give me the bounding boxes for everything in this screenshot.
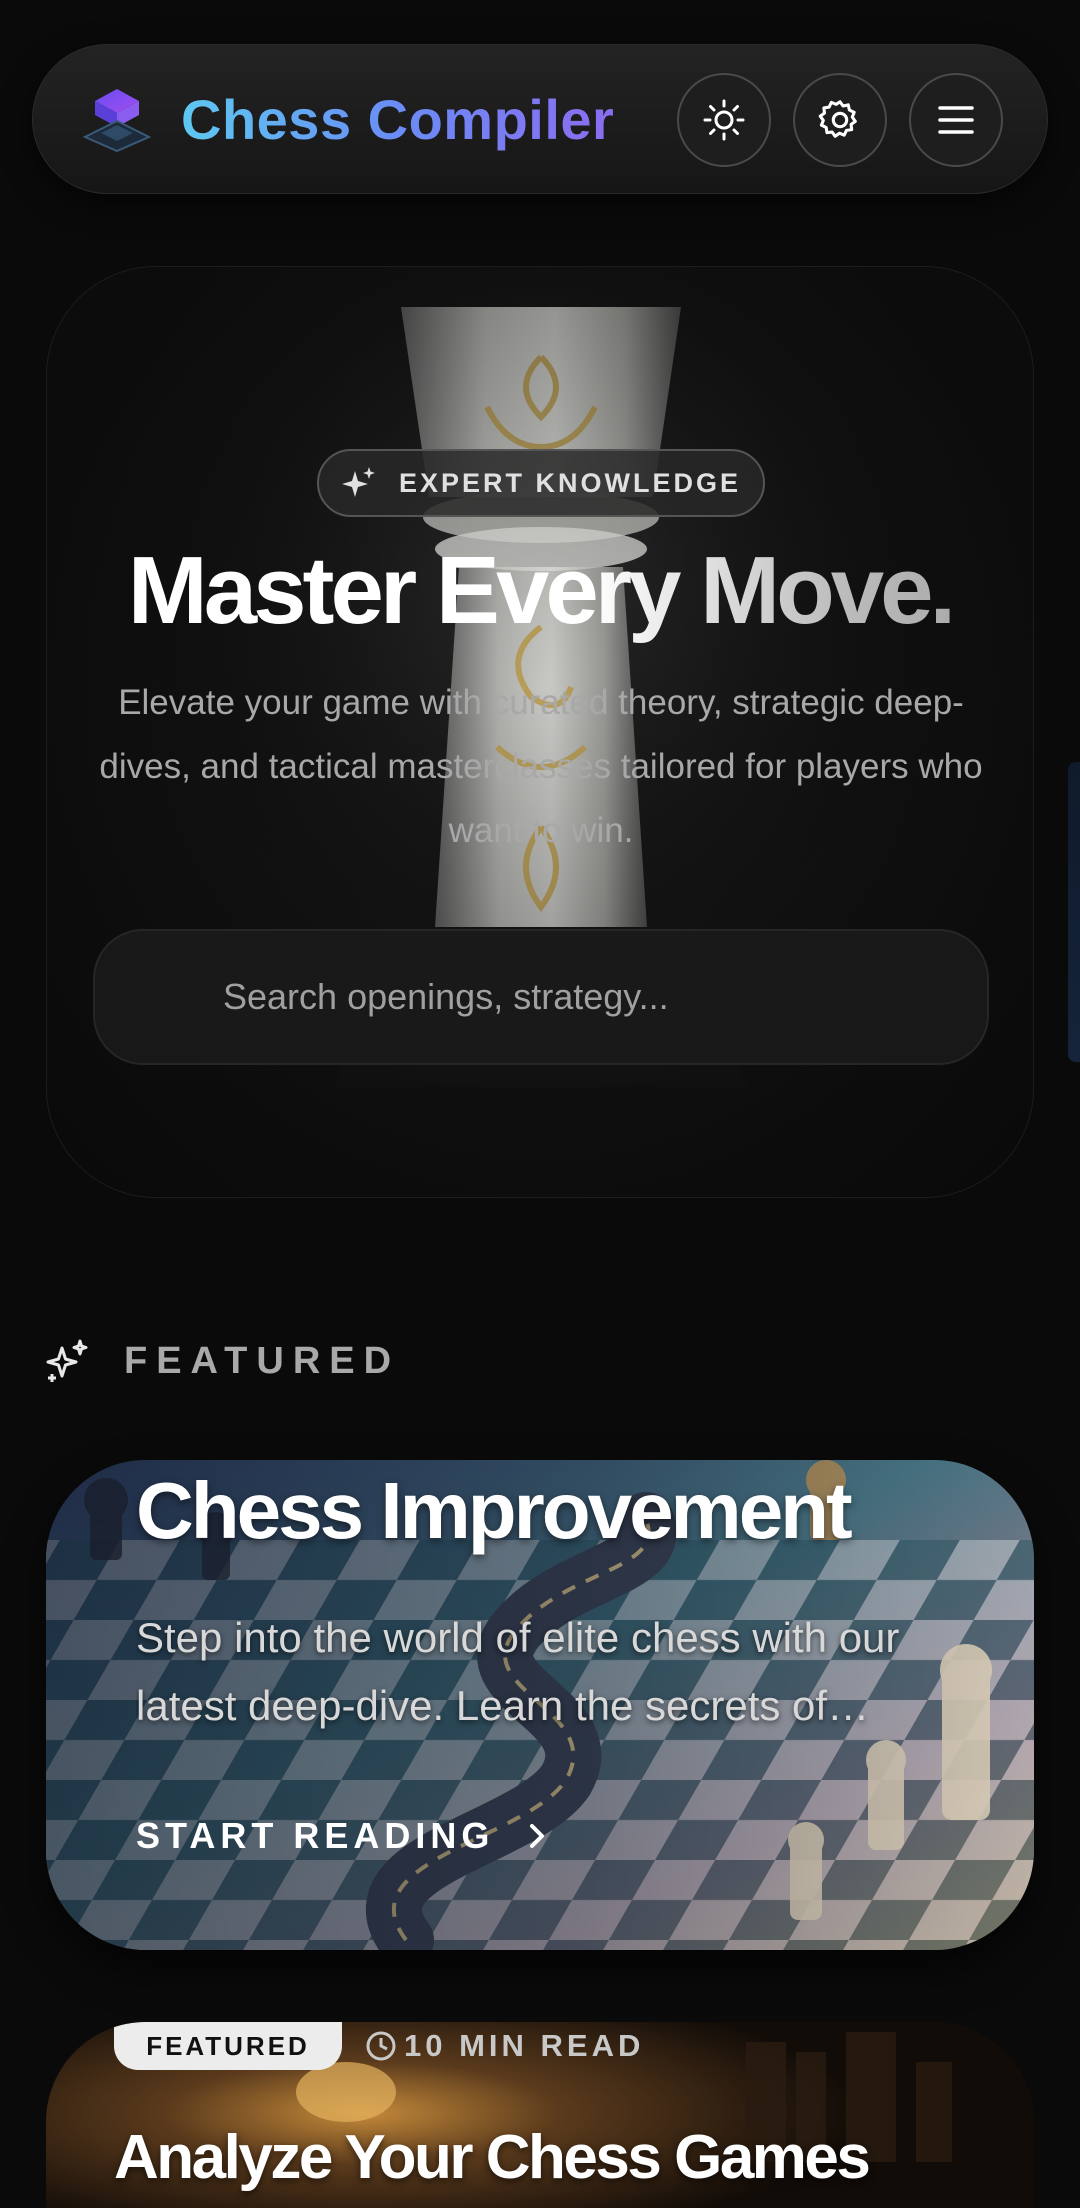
card2-title: Analyze Your Chess Games bbox=[114, 2123, 871, 2192]
top-app-bar: Chess Compiler bbox=[32, 44, 1048, 194]
hero-title: Master Every Move. bbox=[47, 535, 1033, 647]
hamburger-menu-icon bbox=[938, 106, 974, 134]
analyze-games-card[interactable]: FEATURED 10 MIN READ Analyze Your Chess … bbox=[46, 2022, 1034, 2208]
gear-icon bbox=[818, 100, 857, 138]
search-input[interactable] bbox=[95, 931, 987, 1063]
sun-icon bbox=[703, 99, 745, 141]
hero-subtitle: Elevate your game with curated theory, s… bbox=[99, 683, 983, 850]
badge-label: EXPERT KNOWLEDGE bbox=[398, 467, 742, 498]
chevron-right-icon bbox=[530, 1824, 545, 1848]
cta-label: START READING bbox=[136, 1815, 495, 1856]
settings-button[interactable] bbox=[793, 73, 887, 167]
featured-article-card[interactable]: Chess Improvement Step into the world of… bbox=[46, 1460, 1034, 1950]
menu-button[interactable] bbox=[909, 73, 1003, 167]
scroll-edge-indicator bbox=[1068, 762, 1080, 1062]
hero-section: EXPERT KNOWLEDGE Master Every Move. Elev… bbox=[46, 266, 1034, 1198]
theme-toggle-button[interactable] bbox=[677, 73, 771, 167]
read-time: 10 MIN READ bbox=[364, 2024, 644, 2068]
section-title: FEATURED bbox=[124, 1340, 401, 1382]
cube-logo-icon[interactable] bbox=[81, 87, 153, 153]
card-title: Chess Improvement bbox=[136, 1466, 853, 1555]
sparkles-icon bbox=[46, 1339, 88, 1382]
sparkle-icon bbox=[341, 467, 375, 497]
expert-knowledge-badge: EXPERT KNOWLEDGE bbox=[317, 449, 765, 517]
brand-title[interactable]: Chess Compiler bbox=[181, 87, 614, 153]
card-description: Step into the world of elite chess with … bbox=[136, 1614, 900, 1729]
featured-tag: FEATURED bbox=[114, 2022, 342, 2070]
start-reading-button[interactable]: START READING bbox=[136, 1808, 552, 1864]
tag-label: FEATURED bbox=[146, 2030, 310, 2061]
read-time-label: 10 MIN READ bbox=[404, 2028, 645, 2063]
search-bar[interactable] bbox=[93, 929, 989, 1065]
clock-icon bbox=[366, 2031, 396, 2061]
